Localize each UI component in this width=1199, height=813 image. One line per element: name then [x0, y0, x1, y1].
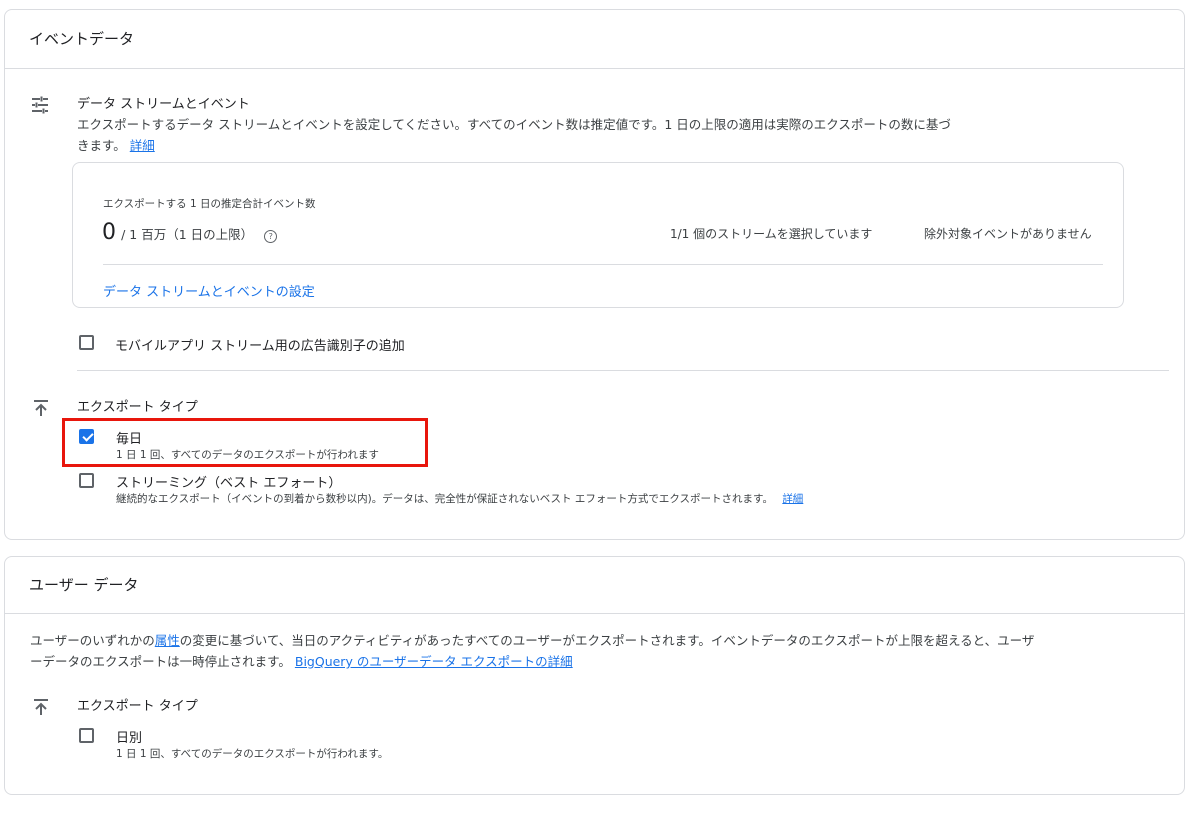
- bigquery-user-export-link[interactable]: BigQuery のユーザーデータ エクスポートの詳細: [295, 654, 573, 669]
- user-export-type-title: エクスポート タイプ: [77, 699, 198, 714]
- user-data-desc-mid: の変更に基づいて、当日のアクティビティがあったすべてのユーザーがエクスポートされ…: [179, 633, 1035, 648]
- event-count-value: 0: [102, 220, 116, 245]
- tune-sliders-icon: [32, 96, 48, 114]
- user-data-desc-line2-text: ーデータのエクスポートは一時停止されます。: [30, 654, 291, 669]
- user-data-title: ユーザー データ: [29, 576, 139, 594]
- configure-streams-link[interactable]: データ ストリームとイベントの設定: [103, 281, 315, 300]
- streams-section-title: データ ストリームとイベント: [77, 97, 250, 112]
- help-icon[interactable]: ?: [264, 230, 278, 243]
- event-limit-text: / 1 百万（1 日の上限）: [121, 227, 254, 242]
- estimated-events-label: エクスポートする 1 日の推定合計イベント数: [103, 198, 316, 210]
- streams-selected-text: 1/1 個のストリームを選択しています: [670, 227, 873, 241]
- streams-desc-line2: きます。 詳細: [77, 135, 155, 156]
- user-daily-export-sub: 1 日 1 回、すべてのデータのエクスポートが行われます。: [116, 748, 389, 760]
- streaming-export-sub: 継続的なエクスポート（イベントの到着から数秒以内)。データは、完全性が保証されな…: [116, 491, 803, 506]
- attribute-link[interactable]: 属性: [155, 633, 180, 648]
- streaming-export-checkbox[interactable]: [79, 473, 94, 488]
- export-type-title: エクスポート タイプ: [77, 400, 198, 415]
- excluded-events-text: 除外対象イベントがありません: [924, 227, 1092, 241]
- upload-icon: [34, 699, 48, 715]
- user-data-desc-line2: ーデータのエクスポートは一時停止されます。 BigQuery のユーザーデータ …: [30, 651, 573, 672]
- user-daily-export-checkbox[interactable]: [79, 728, 94, 743]
- daily-export-sub: 1 日 1 回、すべてのデータのエクスポートが行われます: [116, 449, 379, 461]
- daily-export-checkbox[interactable]: [79, 429, 94, 444]
- mobile-ads-id-label: モバイルアプリ ストリーム用の広告識別子の追加: [115, 339, 405, 354]
- daily-export-label: 毎日: [116, 432, 143, 447]
- streams-learn-more-link[interactable]: 詳細: [130, 138, 155, 153]
- user-daily-export-label: 日別: [116, 731, 143, 746]
- streaming-export-label: ストリーミング（ベスト エフォート）: [116, 476, 342, 491]
- event-data-title: イベントデータ: [29, 30, 135, 48]
- event-count-row: 0 / 1 百万（1 日の上限） ?: [102, 220, 278, 245]
- mobile-ads-id-checkbox[interactable]: [79, 335, 94, 350]
- user-data-desc-line1: ユーザーのいずれかの属性の変更に基づいて、当日のアクティビティがあったすべてのユ…: [30, 630, 1034, 651]
- summary-divider: [103, 264, 1103, 265]
- user-data-header: ユーザー データ: [5, 557, 1184, 614]
- streaming-export-desc: 継続的なエクスポート（イベントの到着から数秒以内)。データは、完全性が保証されな…: [116, 493, 773, 505]
- section-divider: [77, 370, 1169, 371]
- upload-icon: [34, 400, 48, 416]
- user-data-desc-pre: ユーザーのいずれかの: [30, 633, 155, 648]
- event-data-header: イベントデータ: [5, 10, 1184, 69]
- streams-desc-line1: エクスポートするデータ ストリームとイベントを設定してください。すべてのイベント…: [77, 117, 951, 132]
- streaming-learn-more-link[interactable]: 詳細: [782, 493, 803, 505]
- streams-desc-text: きます。: [77, 138, 126, 153]
